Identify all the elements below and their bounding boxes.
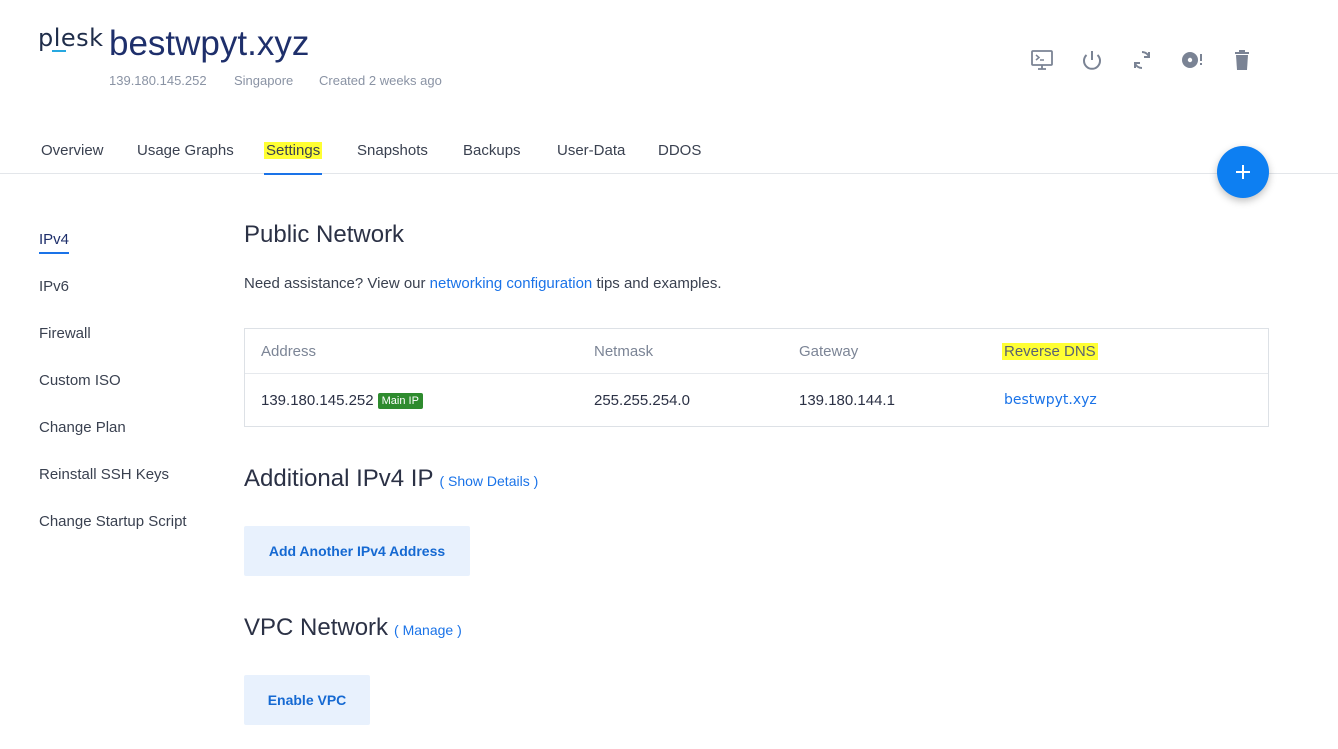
tab-label: User-Data [557,142,626,159]
sidebar-item-reinstall-ssh-keys[interactable]: Reinstall SSH Keys [39,466,169,483]
col-netmask: Netmask [594,343,654,360]
tab-overview[interactable]: Overview [41,128,104,174]
trash-icon[interactable] [1230,48,1254,72]
enable-vpc-button[interactable]: Enable VPC [244,675,370,725]
vpc-title: VPC Network [244,614,389,641]
col-address: Address [261,343,317,360]
server-settings-page: plesk bestwpyt.xyz 139.180.145.252 Singa… [0,0,1338,749]
public-network-heading: Public Network [244,221,405,248]
table-header-row: Address Netmask Gateway Reverse DNS [245,329,1268,374]
public-network-table: Address Netmask Gateway Reverse DNS 139.… [244,328,1269,427]
add-ipv4-button[interactable]: Add Another IPv4 Address [244,526,470,576]
server-location: Singapore [234,73,294,88]
sidebar-item-firewall[interactable]: Firewall [39,325,91,342]
server-created: Created 2 weeks ago [319,73,442,88]
sidebar-item-change-plan[interactable]: Change Plan [39,419,126,436]
reverse-dns-header-text: Reverse DNS [1002,343,1098,360]
additional-ipv4-title: Additional IPv4 IP [244,465,434,492]
col-reverse-dns: Reverse DNS [1002,343,1098,360]
add-fab-button[interactable] [1217,146,1269,198]
tab-usage-graphs[interactable]: Usage Graphs [137,128,234,174]
logo-accent [52,50,66,52]
assist-prefix: Need assistance? View our [244,275,430,292]
netmask-cell: 255.255.254.0 [594,392,690,409]
tab-label: Snapshots [357,142,428,159]
server-ip: 139.180.145.252 [109,73,207,88]
networking-configuration-link[interactable]: networking configuration [430,275,593,292]
tab-label: DDOS [658,142,702,159]
tab-ddos[interactable]: DDOS [658,128,701,174]
tab-bar: Overview Usage Graphs Settings Snapshots… [0,128,1338,175]
disc-icon[interactable] [1180,48,1204,72]
vpc-heading: VPC Network ( Manage ) [244,614,462,642]
server-title: bestwpyt.xyz [109,24,310,63]
tab-user-data[interactable]: User-Data [557,128,625,174]
tab-snapshots[interactable]: Snapshots [357,128,428,174]
console-icon[interactable] [1030,48,1054,72]
assist-suffix: tips and examples. [592,275,722,292]
tab-label: Backups [463,142,521,159]
plus-icon [1236,165,1250,179]
col-gateway: Gateway [799,343,859,360]
manage-vpc-link[interactable]: ( Manage ) [394,622,462,638]
sidebar-item-custom-iso[interactable]: Custom ISO [39,372,121,389]
tab-label: Usage Graphs [137,142,234,159]
reverse-dns-link[interactable]: bestwpyt.xyz [1004,392,1097,408]
sidebar-item-ipv6[interactable]: IPv6 [39,278,69,295]
sidebar-item-ipv4[interactable]: IPv4 [39,231,70,254]
tab-settings[interactable]: Settings [264,128,323,175]
header-actions [1030,48,1254,72]
gateway-cell: 139.180.144.1 [799,392,895,409]
additional-ipv4-heading: Additional IPv4 IP ( Show Details ) [244,465,538,493]
sidebar-item-change-startup-script[interactable]: Change Startup Script [39,513,187,530]
main-ip-badge: Main IP [377,393,423,409]
tab-label: Settings [264,142,323,159]
plesk-logo[interactable]: plesk [38,24,104,52]
address-cell: 139.180.145.252 Main IP [261,392,423,409]
show-details-link[interactable]: ( Show Details ) [439,473,538,489]
address-value: 139.180.145.252 [261,392,374,409]
power-icon[interactable] [1080,48,1104,72]
restart-icon[interactable] [1130,48,1154,72]
assist-text: Need assistance? View our networking con… [244,275,722,292]
tab-backups[interactable]: Backups [463,128,521,174]
tab-label: Overview [41,142,104,159]
